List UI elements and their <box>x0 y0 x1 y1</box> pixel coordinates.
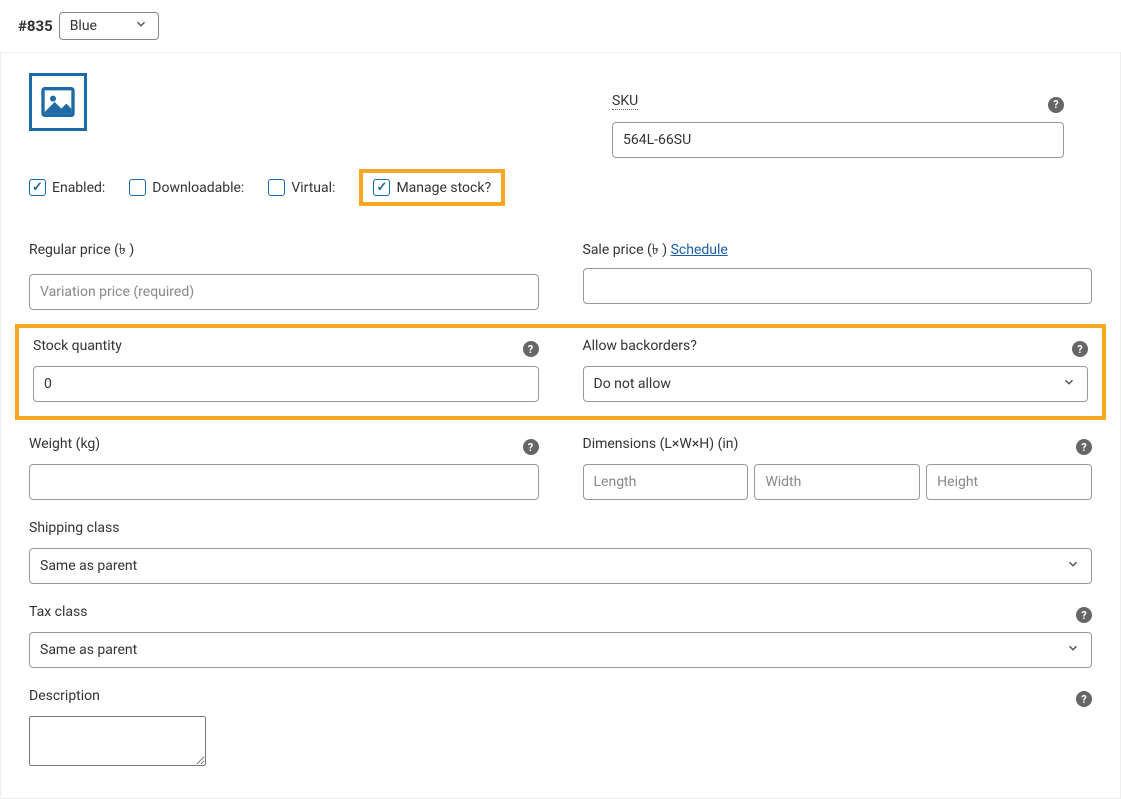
image-placeholder-icon <box>29 73 87 131</box>
virtual-checkbox[interactable]: Virtual: <box>268 179 335 196</box>
length-input[interactable] <box>583 464 749 500</box>
stock-quantity-input[interactable] <box>33 366 539 402</box>
sale-price-label: Sale price (৳ ) <box>583 242 668 258</box>
downloadable-checkbox[interactable]: Downloadable: <box>129 179 244 196</box>
attribute-select[interactable]: Blue <box>59 12 159 40</box>
help-icon[interactable]: ? <box>1076 691 1092 707</box>
width-input[interactable] <box>754 464 920 500</box>
description-textarea[interactable] <box>29 716 206 766</box>
manage-stock-checkbox[interactable]: Manage stock? <box>373 179 491 196</box>
weight-input[interactable] <box>29 464 539 500</box>
shipping-class-select[interactable]: Same as parent <box>29 548 1092 584</box>
variation-header: #835 Blue <box>0 0 1121 53</box>
tax-class-select[interactable]: Same as parent <box>29 632 1092 668</box>
sale-price-input[interactable] <box>583 268 1093 304</box>
variation-id: #835 <box>18 17 53 35</box>
virtual-label: Virtual: <box>291 180 335 196</box>
schedule-link[interactable]: Schedule <box>671 242 728 258</box>
tax-class-value: Same as parent <box>40 642 137 658</box>
stock-highlight: Stock quantity ? Allow backorders? ? Do … <box>15 324 1106 420</box>
allow-backorders-value: Do not allow <box>594 376 671 392</box>
shipping-class-label: Shipping class <box>29 520 119 536</box>
shipping-class-value: Same as parent <box>40 558 137 574</box>
help-icon[interactable]: ? <box>1048 97 1064 113</box>
downloadable-label: Downloadable: <box>152 180 244 196</box>
regular-price-label: Regular price (৳ ) <box>29 238 134 262</box>
checkbox-icon <box>373 179 390 196</box>
height-input[interactable] <box>926 464 1092 500</box>
weight-label: Weight (kg) <box>29 436 100 452</box>
allow-backorders-label: Allow backorders? <box>583 338 697 354</box>
help-icon[interactable]: ? <box>1076 607 1092 623</box>
checkbox-icon <box>268 179 285 196</box>
checkbox-row: Enabled: Downloadable: Virtual: Manage s… <box>29 169 1092 206</box>
sku-label: SKU <box>612 93 638 110</box>
allow-backorders-select[interactable]: Do not allow <box>583 366 1089 402</box>
manage-stock-highlight: Manage stock? <box>359 169 505 206</box>
dimensions-label: Dimensions (L×W×H) (in) <box>583 436 739 452</box>
enabled-label: Enabled: <box>52 180 105 196</box>
checkbox-icon <box>29 179 46 196</box>
help-icon[interactable]: ? <box>1076 439 1092 455</box>
help-icon[interactable]: ? <box>523 439 539 455</box>
chevron-down-icon <box>134 17 148 35</box>
help-icon[interactable]: ? <box>1072 341 1088 357</box>
sku-input[interactable] <box>612 122 1064 158</box>
manage-stock-label: Manage stock? <box>396 180 491 196</box>
tax-class-label: Tax class <box>29 604 87 620</box>
regular-price-input[interactable] <box>29 274 539 310</box>
stock-quantity-label: Stock quantity <box>33 338 122 354</box>
checkbox-icon <box>129 179 146 196</box>
help-icon[interactable]: ? <box>523 341 539 357</box>
enabled-checkbox[interactable]: Enabled: <box>29 179 105 196</box>
attribute-select-value: Blue <box>70 18 97 34</box>
